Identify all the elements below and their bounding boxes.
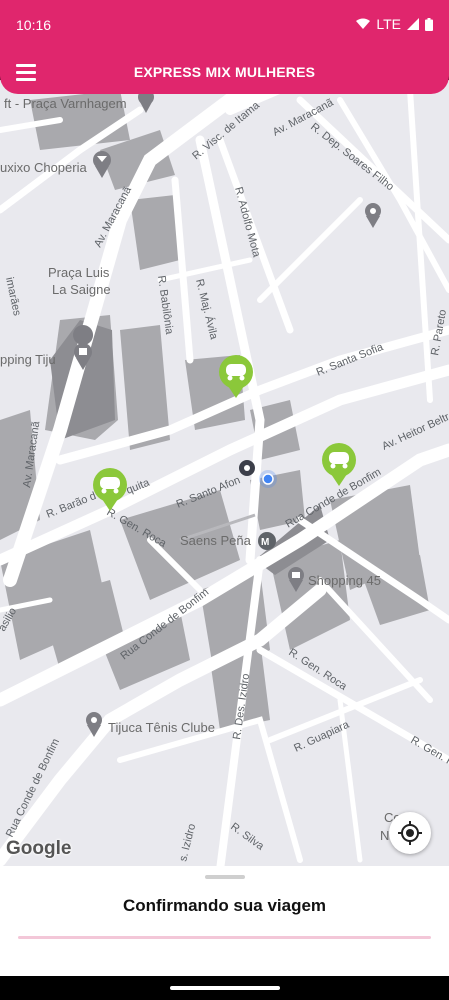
street-label: imarães — [3, 276, 23, 317]
place-label: Saens Peña — [180, 533, 252, 548]
place-label: N — [380, 828, 389, 843]
network-type: LTE — [376, 16, 401, 32]
svg-text:M: M — [261, 537, 269, 548]
signal-icon — [407, 18, 419, 30]
street-label: Av. Heitor Beltr — [380, 411, 449, 453]
street-label: R. Silva — [228, 821, 266, 854]
street-label: R. Adolfo Mota — [232, 186, 262, 260]
street-label: R. Maj. Ávila — [193, 278, 221, 342]
place-label: Shopping 45 — [308, 573, 381, 588]
street-label: s. Izidro — [177, 822, 198, 862]
place-label: uxixo Choperia — [0, 160, 87, 175]
metro-icon[interactable]: M — [258, 532, 276, 550]
wifi-icon — [356, 18, 371, 29]
sheet-drag-handle[interactable] — [205, 875, 245, 879]
status-time: 10:16 — [16, 17, 52, 33]
progress-bar — [18, 936, 431, 939]
app-title: EXPRESS MIX MULHERES — [133, 64, 316, 80]
status-bar: 10:16 LTE — [0, 0, 449, 50]
car-marker-icon[interactable] — [322, 443, 356, 486]
app-bar: EXPRESS MIX MULHERES — [0, 50, 449, 94]
map-canvas[interactable]: Av. Maracanã Av. Maracanã Av. Maracanã R… — [0, 80, 449, 870]
place-label: Tijuca Tênis Clube — [108, 720, 215, 735]
place-label: La Saigne — [52, 282, 111, 297]
google-logo[interactable]: Google — [6, 838, 71, 860]
home-gesture-handle[interactable] — [170, 986, 280, 990]
pickup-point-icon — [239, 460, 255, 476]
bottom-sheet[interactable]: Confirmando sua viagem — [0, 866, 449, 976]
system-nav-bar — [0, 976, 449, 1000]
street-label: R. Santa Sofia — [315, 341, 386, 379]
place-label: ft - Praça Varnhagem — [4, 96, 127, 111]
status-icons: LTE — [356, 16, 433, 32]
sheet-title: Confirmando sua viagem — [122, 896, 327, 915]
battery-icon — [425, 17, 433, 31]
place-label: Praça Luis — [48, 265, 110, 280]
street-label: R. Gen. R — [409, 734, 449, 769]
place-pin-icon[interactable] — [365, 203, 381, 228]
map-view[interactable]: Av. Maracanã Av. Maracanã Av. Maracanã R… — [0, 80, 449, 870]
place-label: pping Tiju — [0, 352, 56, 367]
street-label: R. Dep. Soares Filho — [308, 121, 396, 193]
crosshair-icon — [398, 821, 422, 845]
my-location-button[interactable] — [389, 812, 431, 854]
bar-pin-icon[interactable] — [93, 151, 111, 178]
user-location-icon — [259, 470, 277, 488]
